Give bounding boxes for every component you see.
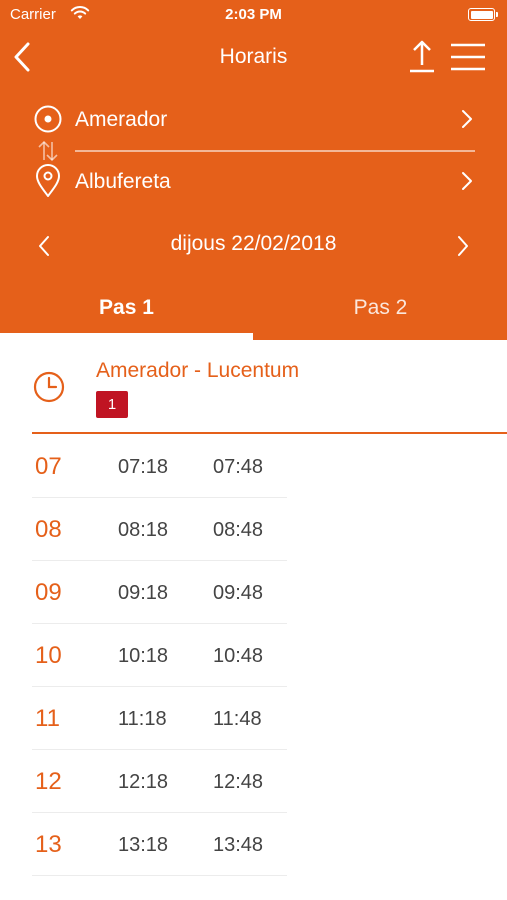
schedule-hour: 08 <box>35 516 62 543</box>
schedule-row: 11 11:18 11:48 <box>32 687 287 750</box>
tab-pas-2[interactable]: Pas 2 <box>254 282 507 340</box>
schedule-time: 11:48 <box>213 708 262 730</box>
schedule-hour: 13 <box>35 831 62 858</box>
tab-label: Pas 1 <box>99 296 154 319</box>
schedule-row: 13 13:18 13:48 <box>32 813 287 876</box>
schedule-time: 11:18 <box>118 708 167 730</box>
status-time: 2:03 PM <box>225 6 282 23</box>
schedule-time: 10:18 <box>118 645 169 667</box>
battery-icon <box>468 8 498 21</box>
destination-stop-label: Albufereta <box>75 170 171 193</box>
status-bar: Carrier 2:03 PM <box>0 0 507 30</box>
schedule-time: 12:18 <box>118 771 169 793</box>
chevron-right-icon[interactable] <box>455 234 471 258</box>
header: Carrier 2:03 PM Horaris Amerador Albufer… <box>0 0 507 340</box>
date-selector: dijous 22/02/2018 <box>0 226 507 266</box>
schedule-hour: 11 <box>35 705 60 732</box>
schedule-time: 13:48 <box>213 834 264 856</box>
schedule-hour: 07 <box>35 453 62 480</box>
menu-icon[interactable] <box>448 40 488 74</box>
date-label: dijous 22/02/2018 <box>170 232 337 255</box>
schedule-time: 07:18 <box>118 456 169 478</box>
schedule-time: 08:48 <box>213 519 264 541</box>
schedule-row: 08 08:18 08:48 <box>32 498 287 561</box>
schedule-time: 10:48 <box>213 645 264 667</box>
origin-stop-label: Amerador <box>75 108 168 131</box>
schedule-time: 13:18 <box>118 834 169 856</box>
schedule-time: 09:18 <box>118 582 169 604</box>
schedule-row: 07 07:18 07:48 <box>32 435 287 498</box>
schedule-time: 08:18 <box>118 519 169 541</box>
schedule-time: 07:48 <box>213 456 264 478</box>
schedule-row: 10 10:18 10:48 <box>32 624 287 687</box>
schedule-row: 12 12:18 12:48 <box>32 750 287 813</box>
schedule-hour: 12 <box>35 768 62 795</box>
share-icon[interactable] <box>406 38 438 74</box>
destination-stop-row[interactable]: Albufereta <box>30 162 480 202</box>
chevron-right-icon <box>462 110 472 128</box>
tab-label: Pas 2 <box>353 296 408 319</box>
origin-stop-row[interactable]: Amerador <box>30 100 480 140</box>
line-name: Amerador - Lucentum <box>96 359 300 382</box>
clock-icon <box>33 371 65 403</box>
line-header: Amerador - Lucentum 1 <box>32 352 507 434</box>
origin-target-icon <box>34 105 62 133</box>
tab-indicator <box>0 333 253 340</box>
location-pin-icon <box>36 164 60 197</box>
line-divider <box>32 432 507 434</box>
schedule-row: 09 09:18 09:48 <box>32 561 287 624</box>
schedule-hour: 10 <box>35 642 62 669</box>
schedule-time: 09:48 <box>213 582 264 604</box>
route-divider <box>75 150 475 152</box>
tab-pas-1[interactable]: Pas 1 <box>0 282 253 340</box>
schedule-time: 12:48 <box>213 771 264 793</box>
swap-icon[interactable] <box>36 138 60 164</box>
schedule-hour: 09 <box>35 579 62 606</box>
line-badge: 1 <box>96 391 128 418</box>
chevron-right-icon <box>462 172 472 190</box>
